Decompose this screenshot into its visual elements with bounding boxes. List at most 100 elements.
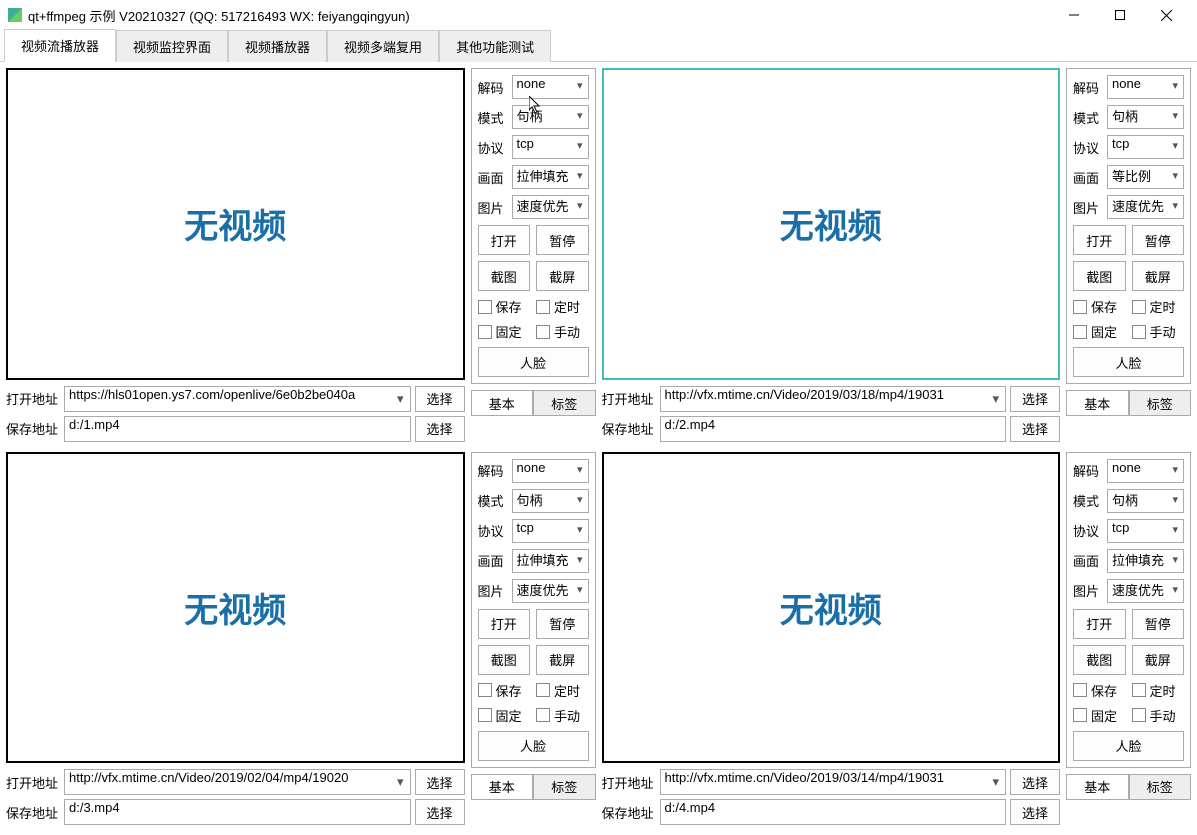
mode-select[interactable]: 句柄 [1107,489,1184,513]
timer-checkbox[interactable]: 定时 [1132,681,1185,700]
snapshot-button[interactable]: 截图 [478,261,531,291]
screen-select[interactable]: 拉伸填充 [1107,549,1184,573]
video-area[interactable]: 无视频 [6,452,465,764]
tab-monitor[interactable]: 视频监控界面 [116,30,228,62]
manual-checkbox[interactable]: 手动 [536,706,589,725]
capture-button[interactable]: 截屏 [1132,261,1185,291]
open-addr-input[interactable]: http://vfx.mtime.cn/Video/2019/02/04/mp4… [64,769,411,795]
timer-checkbox[interactable]: 定时 [536,297,589,316]
tab-player[interactable]: 视频播放器 [228,30,327,62]
open-addr-input[interactable]: http://vfx.mtime.cn/Video/2019/03/18/mp4… [660,386,1007,412]
manual-checkbox[interactable]: 手动 [536,322,589,341]
subtab-basic[interactable]: 基本 [471,390,534,416]
save-addr-select-button[interactable]: 选择 [415,799,465,825]
screen-select[interactable]: 拉伸填充 [512,165,589,189]
manual-checkbox[interactable]: 手动 [1132,322,1185,341]
picture-select[interactable]: 速度优先 [512,579,589,603]
open-button[interactable]: 打开 [478,225,531,255]
picture-label: 图片 [1073,581,1101,600]
tab-multiport[interactable]: 视频多端复用 [327,30,439,62]
protocol-select[interactable]: tcp [512,519,589,543]
save-checkbox[interactable]: 保存 [1073,681,1126,700]
picture-label: 图片 [478,581,506,600]
capture-button[interactable]: 截屏 [536,645,589,675]
mode-label: 模式 [1073,491,1101,510]
mode-select[interactable]: 句柄 [1107,105,1184,129]
screen-label: 画面 [1073,168,1101,187]
save-checkbox[interactable]: 保存 [478,297,531,316]
mode-select[interactable]: 句柄 [512,489,589,513]
subtab-basic[interactable]: 基本 [1066,390,1129,416]
subtab-tag[interactable]: 标签 [533,390,596,416]
capture-button[interactable]: 截屏 [1132,645,1185,675]
save-addr-input[interactable]: d:/1.mp4 [64,416,411,442]
save-addr-select-button[interactable]: 选择 [1010,416,1060,442]
screen-select[interactable]: 拉伸填充 [512,549,589,573]
save-checkbox[interactable]: 保存 [478,681,531,700]
fixed-checkbox[interactable]: 固定 [478,706,531,725]
timer-checkbox[interactable]: 定时 [536,681,589,700]
subtab-basic[interactable]: 基本 [471,774,534,800]
face-button[interactable]: 人脸 [478,731,589,761]
pause-button[interactable]: 暂停 [1132,225,1185,255]
protocol-select[interactable]: tcp [512,135,589,159]
subtab-tag[interactable]: 标签 [533,774,596,800]
video-area[interactable]: 无视频 [602,452,1061,764]
fixed-checkbox[interactable]: 固定 [478,322,531,341]
close-button[interactable] [1143,0,1189,30]
snapshot-button[interactable]: 截图 [1073,645,1126,675]
tab-other[interactable]: 其他功能测试 [439,30,551,62]
fixed-checkbox[interactable]: 固定 [1073,322,1126,341]
minimize-button[interactable] [1051,0,1097,30]
quadrant-4: 无视频 打开地址 http://vfx.mtime.cn/Video/2019/… [602,452,1192,830]
fixed-checkbox[interactable]: 固定 [1073,706,1126,725]
subtab-tag[interactable]: 标签 [1129,390,1192,416]
pause-button[interactable]: 暂停 [536,609,589,639]
open-addr-label: 打开地址 [6,773,64,792]
save-addr-input[interactable]: d:/4.mp4 [660,799,1007,825]
video-area[interactable]: 无视频 [6,68,465,380]
save-addr-select-button[interactable]: 选择 [1010,799,1060,825]
picture-select[interactable]: 速度优先 [1107,579,1184,603]
open-addr-input[interactable]: https://hls01open.ys7.com/openlive/6e0b2… [64,386,411,412]
decode-select[interactable]: none [1107,459,1184,483]
face-button[interactable]: 人脸 [1073,731,1184,761]
face-button[interactable]: 人脸 [478,347,589,377]
protocol-label: 协议 [1073,138,1101,157]
open-addr-select-button[interactable]: 选择 [1010,386,1060,412]
titlebar: qt+ffmpeg 示例 V20210327 (QQ: 517216493 WX… [0,0,1197,30]
open-button[interactable]: 打开 [1073,609,1126,639]
decode-select[interactable]: none [1107,75,1184,99]
save-checkbox[interactable]: 保存 [1073,297,1126,316]
save-addr-select-button[interactable]: 选择 [415,416,465,442]
snapshot-button[interactable]: 截图 [1073,261,1126,291]
open-addr-input[interactable]: http://vfx.mtime.cn/Video/2019/03/14/mp4… [660,769,1007,795]
picture-select[interactable]: 速度优先 [1107,195,1184,219]
protocol-select[interactable]: tcp [1107,519,1184,543]
tab-stream-player[interactable]: 视频流播放器 [4,29,116,62]
protocol-select[interactable]: tcp [1107,135,1184,159]
face-button[interactable]: 人脸 [1073,347,1184,377]
subtab-basic[interactable]: 基本 [1066,774,1129,800]
manual-checkbox[interactable]: 手动 [1132,706,1185,725]
screen-select[interactable]: 等比例 [1107,165,1184,189]
save-addr-input[interactable]: d:/2.mp4 [660,416,1007,442]
video-area[interactable]: 无视频 [602,68,1061,380]
maximize-button[interactable] [1097,0,1143,30]
capture-button[interactable]: 截屏 [536,261,589,291]
open-addr-select-button[interactable]: 选择 [1010,769,1060,795]
snapshot-button[interactable]: 截图 [478,645,531,675]
pause-button[interactable]: 暂停 [1132,609,1185,639]
mode-select[interactable]: 句柄 [512,105,589,129]
pause-button[interactable]: 暂停 [536,225,589,255]
subtab-tag[interactable]: 标签 [1129,774,1192,800]
decode-select[interactable]: none [512,75,589,99]
timer-checkbox[interactable]: 定时 [1132,297,1185,316]
save-addr-input[interactable]: d:/3.mp4 [64,799,411,825]
open-addr-select-button[interactable]: 选择 [415,769,465,795]
decode-select[interactable]: none [512,459,589,483]
open-addr-select-button[interactable]: 选择 [415,386,465,412]
open-button[interactable]: 打开 [1073,225,1126,255]
picture-select[interactable]: 速度优先 [512,195,589,219]
open-button[interactable]: 打开 [478,609,531,639]
